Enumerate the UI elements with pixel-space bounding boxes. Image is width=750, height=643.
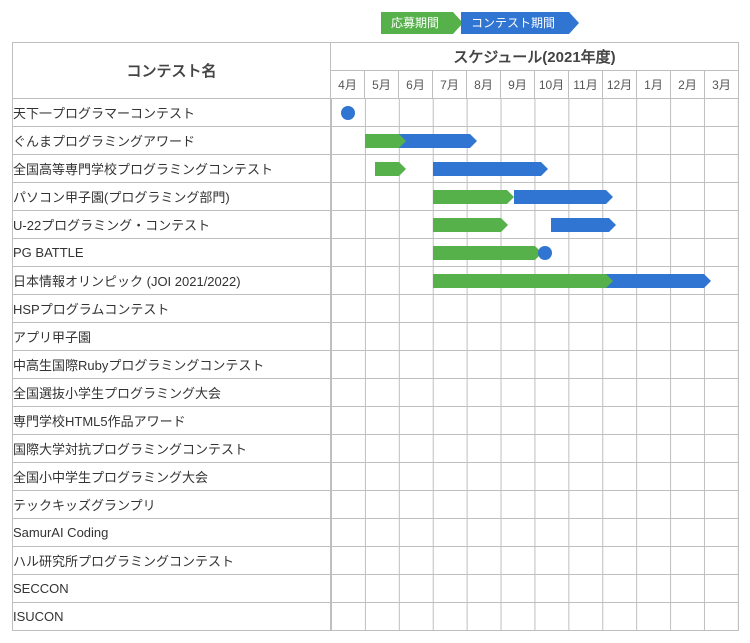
table-row: 国際大学対抗プログラミングコンテスト (13, 435, 739, 463)
table-row: 全国高等専門学校プログラミングコンテスト (13, 155, 739, 183)
table-row: SamurAI Coding (13, 519, 739, 547)
contest-name: 全国選抜小学生プログラミング大会 (13, 379, 331, 407)
timeline-cell (331, 211, 739, 239)
header-month: 5月 (365, 71, 399, 99)
contest-bar (399, 134, 470, 148)
header-month: 11月 (569, 71, 603, 99)
timeline-cell (331, 351, 739, 379)
header-month: 2月 (671, 71, 705, 99)
apply-bar (365, 134, 399, 148)
contest-name: 日本情報オリンピック (JOI 2021/2022) (13, 267, 331, 295)
header-schedule: スケジュール(2021年度) (331, 43, 739, 71)
timeline-cell (331, 575, 739, 603)
timeline-cell (331, 407, 739, 435)
apply-bar (433, 246, 535, 260)
timeline-cell (331, 463, 739, 491)
table-row: U-22プログラミング・コンテスト (13, 211, 739, 239)
timeline-cell (331, 183, 739, 211)
contest-name: 全国高等専門学校プログラミングコンテスト (13, 155, 331, 183)
legend-apply: 応募期間 (381, 12, 453, 34)
header-month: 7月 (433, 71, 467, 99)
header-month: 10月 (535, 71, 569, 99)
contest-name: 国際大学対抗プログラミングコンテスト (13, 435, 331, 463)
table-row: 天下一プログラマーコンテスト (13, 99, 739, 127)
table-row: アプリ甲子園 (13, 323, 739, 351)
event-dot (538, 246, 552, 260)
timeline-cell (331, 239, 739, 267)
table-row: PG BATTLE (13, 239, 739, 267)
contest-name: ハル研究所プログラミングコンテスト (13, 547, 331, 575)
contest-name: パソコン甲子園(プログラミング部門) (13, 183, 331, 211)
contest-bar (514, 190, 606, 204)
timeline-cell (331, 127, 739, 155)
contest-name: アプリ甲子園 (13, 323, 331, 351)
apply-bar (433, 190, 508, 204)
header-month: 4月 (331, 71, 365, 99)
contest-name: テックキッズグランプリ (13, 491, 331, 519)
contest-name: ISUCON (13, 603, 331, 631)
legend-contest: コンテスト期間 (461, 12, 569, 34)
apply-bar (375, 162, 399, 176)
table-row: テックキッズグランプリ (13, 491, 739, 519)
table-row: パソコン甲子園(プログラミング部門) (13, 183, 739, 211)
contest-name: 中高生国際Rubyプログラミングコンテスト (13, 351, 331, 379)
apply-bar (433, 274, 606, 288)
event-dot (341, 106, 355, 120)
header-month: 6月 (399, 71, 433, 99)
header-month: 12月 (603, 71, 637, 99)
contest-name: ぐんまプログラミングアワード (13, 127, 331, 155)
contest-bar (551, 218, 609, 232)
header-name: コンテスト名 (13, 43, 331, 99)
header-month: 8月 (467, 71, 501, 99)
contest-bar (606, 274, 704, 288)
apply-bar (433, 218, 501, 232)
table-row: 中高生国際Rubyプログラミングコンテスト (13, 351, 739, 379)
timeline-cell (331, 603, 739, 631)
contest-name: SECCON (13, 575, 331, 603)
contest-name: 専門学校HTML5作品アワード (13, 407, 331, 435)
timeline-cell (331, 295, 739, 323)
timeline-cell (331, 547, 739, 575)
gantt-table: コンテスト名 スケジュール(2021年度) 4月5月6月7月8月9月10月11月… (12, 42, 739, 631)
table-row: HSPプログラムコンテスト (13, 295, 739, 323)
legend: 応募期間 コンテスト期間 (12, 12, 738, 34)
gantt-container: 応募期間 コンテスト期間 コンテスト名 スケジュール(2021年度) 4月5月6… (12, 12, 738, 631)
contest-name: SamurAI Coding (13, 519, 331, 547)
timeline-cell (331, 99, 739, 127)
header-month: 3月 (705, 71, 739, 99)
table-row: ぐんまプログラミングアワード (13, 127, 739, 155)
contest-name: U-22プログラミング・コンテスト (13, 211, 331, 239)
contest-name: PG BATTLE (13, 239, 331, 267)
table-row: SECCON (13, 575, 739, 603)
header-month: 1月 (637, 71, 671, 99)
timeline-cell (331, 323, 739, 351)
table-row: 日本情報オリンピック (JOI 2021/2022) (13, 267, 739, 295)
table-row: ハル研究所プログラミングコンテスト (13, 547, 739, 575)
table-row: 全国選抜小学生プログラミング大会 (13, 379, 739, 407)
timeline-cell (331, 491, 739, 519)
table-row: ISUCON (13, 603, 739, 631)
table-row: 全国小中学生プログラミング大会 (13, 463, 739, 491)
header-month: 9月 (501, 71, 535, 99)
timeline-cell (331, 519, 739, 547)
contest-name: HSPプログラムコンテスト (13, 295, 331, 323)
contest-name: 全国小中学生プログラミング大会 (13, 463, 331, 491)
timeline-cell (331, 435, 739, 463)
contest-bar (433, 162, 542, 176)
timeline-cell (331, 267, 739, 295)
timeline-cell (331, 379, 739, 407)
table-row: 専門学校HTML5作品アワード (13, 407, 739, 435)
contest-name: 天下一プログラマーコンテスト (13, 99, 331, 127)
timeline-cell (331, 155, 739, 183)
